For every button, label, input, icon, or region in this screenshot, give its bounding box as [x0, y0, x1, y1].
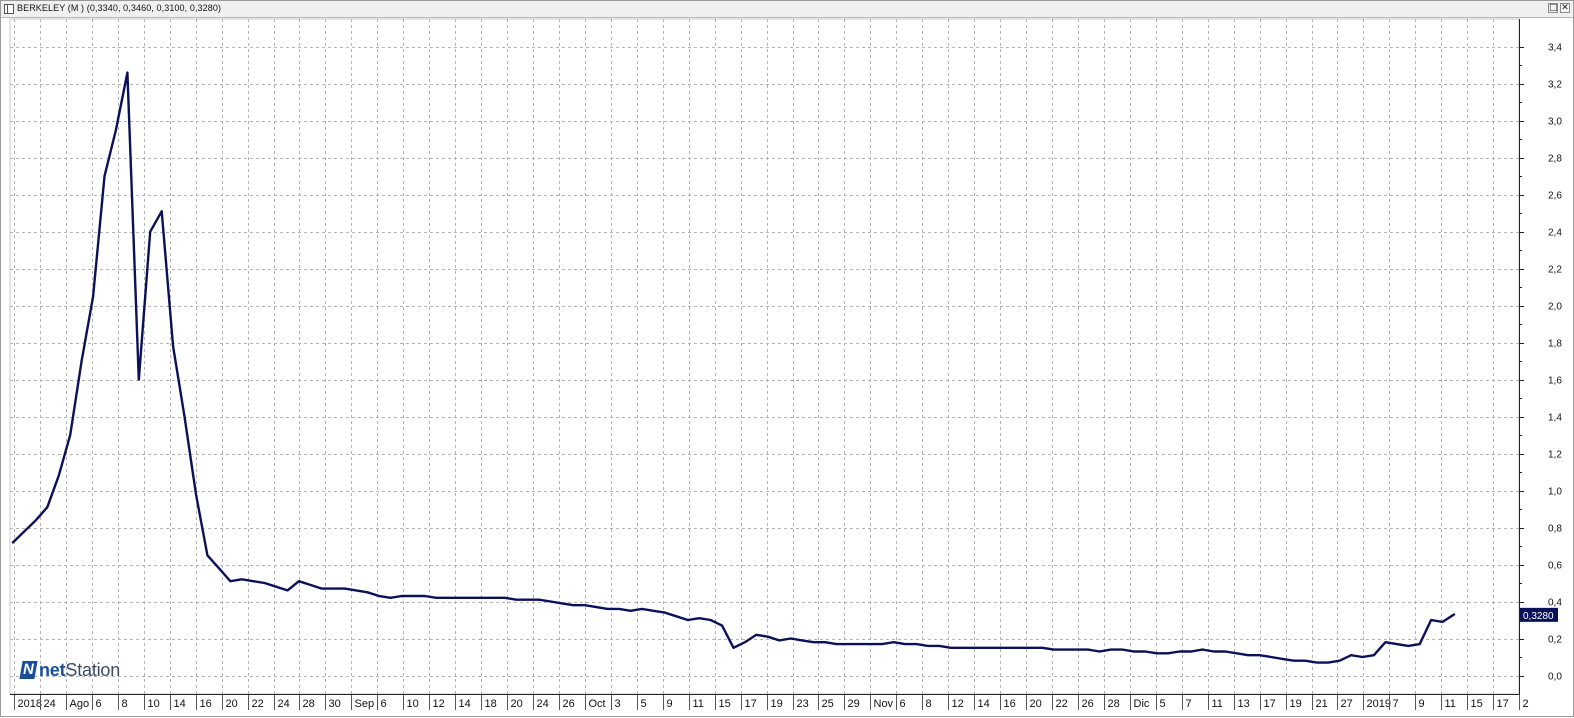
chart-window: BERKELEY (M ) (0,3340, 0,3460, 0,3100, 0… — [0, 0, 1574, 717]
x-tick-label: 11 — [1212, 698, 1223, 710]
x-tick-label: 23 — [797, 698, 809, 710]
x-tick-label: 8 — [926, 698, 932, 710]
x-tick-label: 2019 — [1367, 698, 1391, 710]
x-tick-label: 14 — [978, 698, 990, 710]
y-tick-label: 0,4 — [1548, 598, 1562, 609]
x-tick-label: 18 — [485, 698, 497, 710]
x-tick-label: 12 — [433, 698, 445, 710]
x-tick-label: Nov — [874, 698, 894, 710]
x-tick-label: 17 — [1497, 698, 1509, 710]
price-chart[interactable]: 0,0 0,2 0,4 0,6 0,8 1,0 1,2 1,4 1,6 1,8 2,0 2,2 2,4 2… — [1, 1, 1574, 718]
x-tick-label: 6 — [900, 698, 906, 710]
x-tick-label: 19 — [1290, 698, 1302, 710]
x-tick-label: 24 — [44, 698, 56, 710]
y-tick-label: 1,8 — [1548, 339, 1562, 350]
y-tick-label: 2,4 — [1548, 228, 1562, 239]
x-tick-label: 2 — [1523, 698, 1529, 710]
x-tick-label: 10 — [148, 698, 160, 710]
y-tick-label: 2,0 — [1548, 302, 1562, 313]
x-tick-label: 28 — [1108, 698, 1120, 710]
x-tick-label: 20 — [226, 698, 238, 710]
y-tick-label: 1,2 — [1548, 450, 1562, 461]
x-tick-label: 7 — [1186, 698, 1192, 710]
x-tick-label: 22 — [1056, 698, 1068, 710]
x-tick-label: 19 — [771, 698, 783, 710]
x-tick-label: Dic — [1134, 698, 1150, 710]
x-tick-label: 14 — [174, 698, 186, 710]
x-tick-label: 16 — [1004, 698, 1016, 710]
x-tick-label: 8 — [122, 698, 128, 710]
x-tick-label: 29 — [848, 698, 860, 710]
x-tick-label: 6 — [381, 698, 387, 710]
x-tick-label: 9 — [1419, 698, 1425, 710]
x-tick-label: 16 — [200, 698, 212, 710]
x-tick-label: 3 — [615, 698, 621, 710]
netstation-logo: N netStation — [19, 658, 121, 682]
y-tick-label: 3,4 — [1548, 43, 1562, 54]
y-tick-label: 2,2 — [1548, 265, 1562, 276]
last-value-label: 0,3280 — [1523, 611, 1554, 622]
x-tick-label: 25 — [822, 698, 834, 710]
x-tick-label: Oct — [589, 698, 606, 710]
x-tick-label: 17 — [1264, 698, 1276, 710]
x-tick-label: 26 — [1082, 698, 1094, 710]
x-tick-label: 2018 — [18, 698, 42, 710]
x-tick-label: 15 — [719, 698, 731, 710]
x-tick-label: 17 — [745, 698, 757, 710]
y-tick-label: 2,6 — [1548, 191, 1562, 202]
x-tick-label: 11 — [693, 698, 704, 710]
x-tick-label: Sep — [355, 698, 375, 710]
y-tick-label: 3,2 — [1548, 80, 1562, 91]
x-tick-label: 12 — [952, 698, 964, 710]
y-tick-label: 0,6 — [1548, 561, 1562, 572]
x-tick-label: 27 — [1341, 698, 1353, 710]
x-tick-label: 5 — [641, 698, 647, 710]
x-tick-label: 6 — [96, 698, 102, 710]
y-tick-label: 0,8 — [1548, 524, 1562, 535]
y-tick-label: 1,6 — [1548, 376, 1562, 387]
x-tick-label: 24 — [537, 698, 549, 710]
x-tick-label: 30 — [329, 698, 341, 710]
y-tick-label: 0,0 — [1548, 672, 1562, 683]
x-tick-label: 10 — [407, 698, 419, 710]
y-tick-label: 2,8 — [1548, 154, 1562, 165]
x-tick-label: 22 — [252, 698, 264, 710]
y-tick-label: 0,2 — [1548, 635, 1562, 646]
x-tick-label: 7 — [1393, 698, 1399, 710]
x-tick-label: Ago — [70, 698, 90, 710]
x-tick-label: 9 — [667, 698, 673, 710]
x-tick-label: 13 — [1238, 698, 1250, 710]
x-tick-label: 26 — [563, 698, 575, 710]
plot-area — [9, 18, 1520, 695]
x-tick-label: 21 — [1316, 698, 1328, 710]
x-tick-label: 20 — [511, 698, 523, 710]
netstation-logo-icon: N — [19, 661, 38, 679]
y-tick-label: 1,0 — [1548, 487, 1562, 498]
y-tick-label: 3,0 — [1548, 117, 1562, 128]
x-tick-label: 11 — [1445, 698, 1456, 710]
x-tick-label: 24 — [278, 698, 290, 710]
netstation-logo-text: netStation — [39, 659, 121, 680]
x-tick-label: 5 — [1160, 698, 1166, 710]
x-tick-label: 28 — [303, 698, 315, 710]
y-tick-label: 1,4 — [1548, 413, 1562, 424]
x-tick-label: 14 — [459, 698, 471, 710]
x-tick-label: 15 — [1471, 698, 1483, 710]
x-tick-label: 20 — [1030, 698, 1042, 710]
